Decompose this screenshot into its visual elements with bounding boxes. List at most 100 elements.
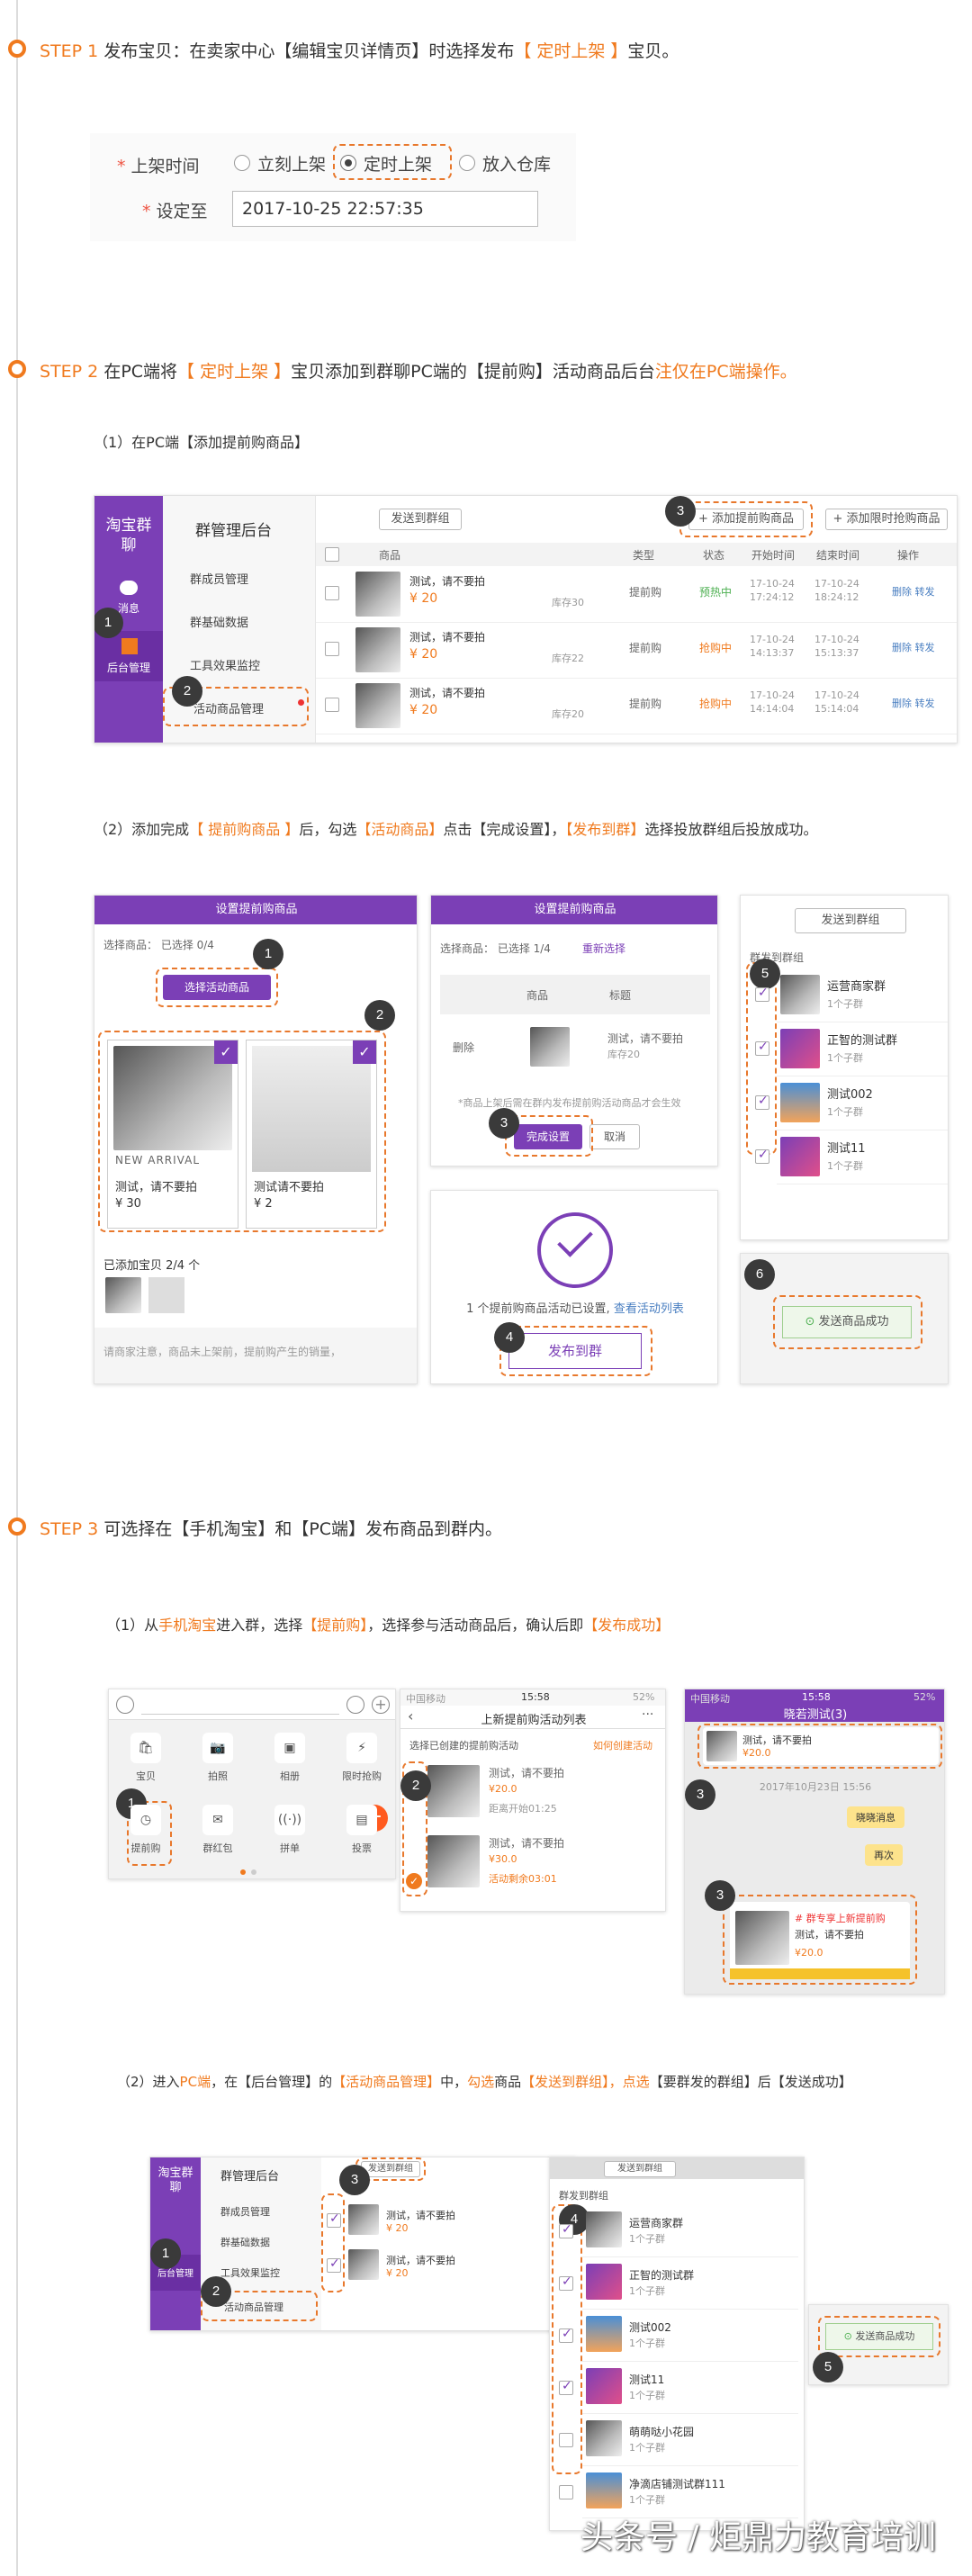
voice-icon[interactable] — [116, 1696, 134, 1714]
row-checkbox[interactable] — [325, 698, 339, 712]
tool-item[interactable]: ✉ 群红包 — [197, 1805, 233, 1862]
confirm-hint: *商品上架后需在群内发布提前购活动商品才会生效 — [458, 1097, 681, 1109]
s3b-highlight-2: 【活动商品管理】 — [332, 2074, 441, 2090]
watermark: 头条号 / 炬鼎力教育培训 — [580, 2519, 936, 2556]
sub2-text-a: （2）添加完成 — [94, 821, 190, 838]
row-checkbox[interactable] — [325, 642, 339, 656]
send-group-button[interactable]: 发送到群组 — [379, 509, 462, 530]
row-price: ¥ 20 — [410, 647, 438, 662]
group-avatar — [586, 2316, 622, 2352]
send-group-button[interactable]: 发送到群组 — [795, 908, 906, 933]
step-badge-4: 4 — [494, 1322, 525, 1353]
group-checkbox[interactable] — [559, 2433, 573, 2447]
datetime-input[interactable]: 2017-10-25 22:57:35 — [232, 191, 538, 227]
menu-monitor[interactable]: 工具效果监控 — [220, 2265, 280, 2280]
group-name: 测试11 — [827, 1142, 866, 1156]
step2-sub2: （2）添加完成【 提前购商品 】后，勾选【活动商品】点击【完成设置】，【发布到群… — [94, 817, 817, 839]
row-checkbox[interactable] — [325, 586, 339, 600]
s3-text-b: 进入群，选择 — [216, 1617, 303, 1634]
row-delete[interactable]: 删除 — [453, 1040, 474, 1055]
group-checkbox[interactable] — [559, 2485, 573, 2499]
success-panel: 1 个提前购商品活动已设置, 查看活动列表 发布到群 4 — [430, 1190, 718, 1384]
item-name: 测试，请不要拍 — [489, 1767, 565, 1779]
highlight-card — [723, 1895, 917, 1985]
notice-text: 请商家注意，商品未上架前，提前购产生的销量， — [104, 1346, 342, 1358]
row-thumb — [356, 683, 400, 728]
menu-data[interactable]: 群基础数据 — [190, 613, 248, 630]
group-select-panel: 发送到群组 群发到群组 5 运营商家群 1个子群 正智的测试群 1个子群 测试0… — [740, 895, 949, 1240]
group-panel-top: 发送到群组 — [550, 2157, 804, 2179]
step-label: STEP 2 — [40, 362, 99, 382]
emoji-icon[interactable] — [346, 1696, 364, 1714]
group-count: 1个子群 — [629, 2494, 665, 2506]
tool-item[interactable]: ⚡ 限时抢购 — [341, 1733, 382, 1790]
menu-members[interactable]: 群成员管理 — [220, 2204, 270, 2219]
group-checkbox[interactable] — [559, 2222, 573, 2238]
side-admin-label: 后台管理 — [158, 2269, 194, 2279]
tool-item[interactable]: ((·)) 拼单 — [269, 1805, 305, 1862]
tool-item[interactable]: 🛍 宝贝 — [125, 1733, 161, 1790]
group-divider — [582, 2256, 798, 2257]
row-ops[interactable]: 删除 转发 — [892, 640, 935, 654]
side-admin-item[interactable]: 后台管理 — [94, 631, 163, 681]
send-group-button[interactable]: 发送到群组 — [604, 2161, 676, 2177]
group-checkbox[interactable] — [559, 2327, 573, 2343]
message-icon — [120, 581, 138, 595]
row-name: 测试，请不要拍 — [410, 631, 486, 644]
tool-item[interactable]: ▣ 相册 — [269, 1733, 305, 1790]
select-all-checkbox[interactable] — [325, 547, 339, 562]
sub2-text-d: 选择投放群组后投放成功。 — [644, 821, 818, 838]
group-checkbox[interactable] — [755, 1040, 770, 1056]
create-link[interactable]: 如何创建活动 — [593, 1738, 652, 1752]
group-checkbox[interactable] — [559, 2379, 573, 2395]
tool-label: 宝贝 — [136, 1770, 156, 1782]
tool-icon: ((·)) — [274, 1805, 305, 1835]
menu-members[interactable]: 群成员管理 — [190, 570, 248, 587]
row-ops[interactable]: 删除 转发 — [892, 584, 935, 599]
add-flash-button[interactable]: + 添加限时抢购商品 — [825, 509, 948, 530]
reselect-link[interactable]: 重新选择 — [582, 941, 626, 956]
radio-store[interactable] — [459, 155, 475, 171]
cancel-button[interactable]: 取消 — [590, 1124, 640, 1149]
row-ops[interactable]: 删除 转发 — [892, 696, 935, 710]
activity-list-link[interactable]: 查看活动列表 — [614, 1302, 684, 1316]
row-end: 17-10-24 15:13:37 — [814, 634, 860, 659]
publish-form: * 上架时间 立刻上架 定时上架 放入仓库 * 设定至 2017-10-25 2… — [90, 133, 576, 241]
group-checkbox[interactable] — [559, 2274, 573, 2291]
step-badge-5: 5 — [750, 959, 780, 989]
chat-input[interactable] — [141, 1695, 339, 1715]
menu-data[interactable]: 群基础数据 — [220, 2235, 270, 2249]
radio-now[interactable] — [234, 155, 250, 171]
tool-item[interactable]: ◷ 提前购 — [125, 1805, 161, 1862]
row-name: 测试，请不要拍 — [386, 2210, 455, 2221]
step-badge-6: 6 — [744, 1259, 775, 1290]
list-subtitle: 选择已创建的提前购活动 — [410, 1740, 518, 1752]
group-name: 正智的测试群 — [827, 1034, 898, 1048]
menu-monitor[interactable]: 工具效果监控 — [190, 656, 260, 673]
plus-icon[interactable]: + — [372, 1696, 390, 1714]
step2-heading: STEP 2 在PC端将【 定时上架 】宝贝添加到群聊PC端的【提前购】活动商品… — [40, 358, 797, 383]
mobile-input-bar: + — [109, 1689, 395, 1720]
s3b-highlight-1: PC端 — [179, 2074, 212, 2090]
row-thumb — [356, 627, 400, 672]
group-count: 1个子群 — [827, 998, 863, 1010]
group-name: 运营商家群 — [629, 2217, 684, 2229]
group-checkbox[interactable] — [755, 986, 770, 1002]
side-admin-label: 后台管理 — [106, 662, 150, 674]
highlight-products — [98, 1031, 386, 1232]
row-thumb — [348, 2249, 379, 2280]
group-checkbox[interactable] — [755, 1094, 770, 1110]
group-checkbox[interactable] — [755, 1148, 770, 1164]
tool-item[interactable]: ▤ 投票 — [341, 1805, 377, 1862]
group-avatar — [780, 975, 820, 1014]
s3b-text-b: ，在【后台管理】的 — [211, 2074, 333, 2090]
tool-label: 相册 — [280, 1770, 300, 1782]
radio-now-label: 立刻上架 — [257, 155, 327, 175]
step-badge-3: 3 — [705, 1880, 735, 1911]
row-name: 测试，请不要拍 — [410, 575, 486, 588]
tool-item[interactable]: 📷 拍照 — [197, 1733, 233, 1790]
highlight-timed — [333, 144, 452, 180]
more-icon[interactable]: ··· — [642, 1707, 653, 1722]
sub2-highlight-1: 【 提前购商品 】 — [189, 821, 300, 838]
page-dot-icon — [240, 1869, 246, 1875]
